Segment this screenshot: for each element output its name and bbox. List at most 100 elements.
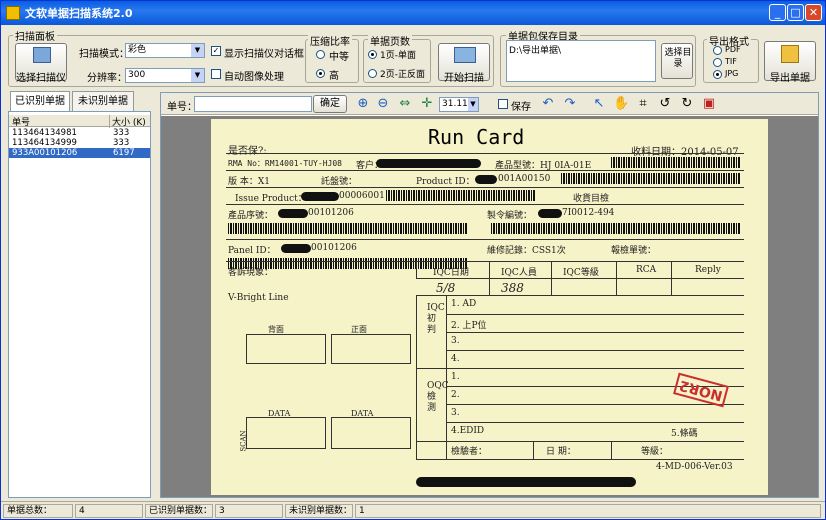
diagram-front xyxy=(331,334,411,364)
doc-oqc-check: OQC檢測 xyxy=(427,381,449,413)
show-dialog-checkbox[interactable]: ✓ xyxy=(211,46,221,56)
doc-serial: 產品序號： xyxy=(228,211,274,221)
doc-issue-product: Issue Product： xyxy=(235,194,307,204)
pages-single-radio[interactable] xyxy=(368,50,377,59)
doc-version: 版 本：X1 xyxy=(228,177,270,187)
doc-rma: RMA No：RM14001-TUY-HJ08 xyxy=(228,159,342,168)
barcode-graphic xyxy=(228,223,468,234)
barcode-graphic xyxy=(611,157,741,168)
pages-single-label: 1页-单面 xyxy=(380,51,416,61)
viewer-toolbar: 单号： 确定 ⊕ ⊖ ⇔ ✛ 31.11% ▼ 保存 ↶ ↷ ↖ ✋ ⌗ ↺ ↻… xyxy=(161,93,818,115)
select-dir-button[interactable]: 选择目录 xyxy=(661,43,693,79)
barcode-graphic xyxy=(491,223,741,234)
chevron-down-icon: ▼ xyxy=(191,69,204,82)
doc-iqc-date: 5/8 xyxy=(436,281,456,295)
doc-scrap-no: 報檢單號： xyxy=(611,246,657,256)
doc-iqc-person-header: IQC人員 xyxy=(501,268,537,278)
format-pdf-radio[interactable] xyxy=(713,46,722,55)
doc-row-top: 2. 上P位 xyxy=(451,321,487,331)
list-header: 单号 大小 (K) xyxy=(9,115,150,128)
close-button[interactable]: ✕ xyxy=(805,4,822,21)
doc-header-left: 是否保?: xyxy=(228,146,267,157)
status-total-label: 单据总数： xyxy=(3,504,73,518)
doc-iqc-date-header: IQC日期 xyxy=(433,268,469,278)
doc-number-input[interactable] xyxy=(194,96,312,112)
restore-icon[interactable]: ▣ xyxy=(701,96,717,112)
format-jpg-radio[interactable] xyxy=(713,70,722,79)
doc-complaint: 客訴現象： xyxy=(228,268,274,278)
zoom-in-icon[interactable]: ⊕ xyxy=(355,96,371,112)
start-scan-button[interactable]: 开始扫描 xyxy=(438,43,490,84)
save-checkbox-label: 保存 xyxy=(511,102,531,113)
fit-page-icon[interactable]: ✛ xyxy=(419,96,435,112)
header-size[interactable]: 大小 (K) xyxy=(109,115,146,128)
doc-row-bottom: 1. xyxy=(451,372,460,382)
save-checkbox[interactable] xyxy=(498,99,508,109)
pan-hand-icon[interactable]: ✋ xyxy=(613,96,629,112)
floppy-icon xyxy=(781,45,799,63)
document-list[interactable]: 单号 大小 (K) 113464134981 333 113464134999 … xyxy=(8,111,151,498)
status-total-value: 4 xyxy=(75,504,143,518)
pages-label: 单据页数 xyxy=(368,33,412,48)
compression-medium-radio[interactable] xyxy=(316,50,325,59)
pages-double-radio[interactable] xyxy=(368,69,377,78)
redaction-mark xyxy=(475,175,497,184)
format-jpg-label: JPG xyxy=(725,69,739,78)
resolution-select[interactable]: 300 ▼ xyxy=(125,68,205,83)
doc-repair-record: 維修記錄：CSS1次 xyxy=(487,246,566,256)
tab-unrecognized[interactable]: 未识别单据 xyxy=(72,91,134,111)
list-item[interactable]: 933A00101206 6197 xyxy=(9,148,150,158)
doc-row-bottom: 2. xyxy=(451,390,460,400)
undo-icon[interactable]: ↶ xyxy=(540,96,556,112)
doc-panel-id: Panel ID： xyxy=(228,246,276,256)
export-button[interactable]: 导出单据 xyxy=(764,41,816,84)
crop-icon[interactable]: ⌗ xyxy=(635,96,651,112)
zoom-select[interactable]: 31.11% ▼ xyxy=(439,97,479,112)
compression-high-radio[interactable] xyxy=(316,69,325,78)
doc-row-top: 3. xyxy=(451,336,460,346)
doc-rca-header: RCA xyxy=(636,265,657,275)
compression-high-label: 高 xyxy=(329,71,339,82)
doc-issue-suffix: 00006001 xyxy=(339,191,385,201)
compression-medium-label: 中等 xyxy=(329,52,349,63)
redaction-mark xyxy=(281,244,311,253)
save-dir-input[interactable]: D:\导出单据\ xyxy=(506,40,656,82)
format-pdf-label: PDF xyxy=(725,45,741,54)
auto-process-label: 自动图像处理 xyxy=(224,72,284,83)
resolution-label: 分辨率： xyxy=(87,73,127,84)
app-window: 文软单据扫描系统2.0 _ □ ✕ 扫描面板 选择扫描仪 扫描模式： 彩色 ▼ … xyxy=(0,0,826,520)
doc-iqc-grade-header: IQC等級 xyxy=(563,268,599,278)
doc-product-id-suffix: 001A00150 xyxy=(498,174,551,184)
chevron-down-icon: ▼ xyxy=(468,98,478,111)
redo-icon[interactable]: ↷ xyxy=(562,96,578,112)
select-pointer-icon[interactable]: ↖ xyxy=(591,96,607,112)
status-bar: 单据总数： 4 已识别单据数： 3 未识别单据数： 1 xyxy=(1,501,825,519)
redaction-mark xyxy=(538,209,562,218)
doc-defect: V-Bright Line xyxy=(228,293,289,303)
fit-width-icon[interactable]: ⇔ xyxy=(397,96,413,112)
header-id[interactable]: 单号 xyxy=(12,115,30,128)
maximize-button[interactable]: □ xyxy=(787,4,804,21)
minimize-button[interactable]: _ xyxy=(769,4,786,21)
barcode-graphic xyxy=(386,190,536,201)
doc-form-code: 4-MD-006-Ver.03 xyxy=(656,462,733,472)
tab-recognized[interactable]: 已识别单据 xyxy=(10,91,70,112)
scan-panel-label: 扫描面板 xyxy=(13,28,57,43)
doc-row-top: 4. xyxy=(451,354,460,364)
auto-process-checkbox[interactable] xyxy=(211,69,221,79)
status-recognized-value: 3 xyxy=(215,504,283,518)
select-scanner-button[interactable]: 选择扫描仪 xyxy=(15,43,67,84)
doc-serial-suffix: 00101206 xyxy=(308,208,354,218)
list-item[interactable]: 113464134981 333 xyxy=(9,128,150,138)
list-item[interactable]: 113464134999 333 xyxy=(9,138,150,148)
diagram-data xyxy=(331,417,411,449)
rotate-left-icon[interactable]: ↺ xyxy=(657,96,673,112)
rotate-right-icon[interactable]: ↻ xyxy=(679,96,695,112)
zoom-out-icon[interactable]: ⊖ xyxy=(375,96,391,112)
confirm-button[interactable]: 确定 xyxy=(313,95,347,113)
scan-mode-select[interactable]: 彩色 ▼ xyxy=(125,43,205,58)
format-tif-radio[interactable] xyxy=(713,58,722,67)
nor2-stamp: NOR2 xyxy=(673,372,729,408)
redaction-mark xyxy=(301,192,339,201)
document-viewer[interactable]: 是否保?: Run Card 收料日期：2014-05-07 RMA No：RM… xyxy=(161,116,818,497)
